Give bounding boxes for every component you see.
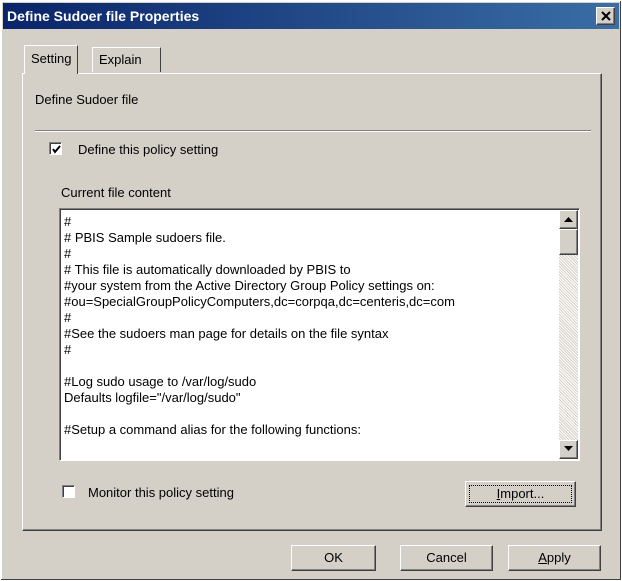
ok-label: OK: [324, 550, 343, 565]
file-content-label: Current file content: [61, 185, 171, 200]
cancel-label: Cancel: [426, 550, 467, 565]
scroll-down-button[interactable]: [559, 440, 578, 459]
file-line: #See the sudoers man page for details on…: [64, 326, 389, 341]
file-line: #Log sudo usage to /var/log/sudo: [64, 374, 257, 389]
file-line: #: [64, 342, 72, 357]
file-line: #your system from the Active Directory G…: [64, 278, 435, 293]
checkmark-icon: [52, 145, 61, 154]
focus-rect: [469, 485, 572, 503]
tab-explain-label: Explain: [99, 52, 142, 67]
import-button[interactable]: Import...: [465, 481, 576, 507]
properties-dialog: Define Sudoer file Properties Setting Ex…: [0, 0, 622, 581]
cancel-button[interactable]: Cancel: [400, 545, 493, 571]
separator: [35, 130, 591, 132]
window-title: Define Sudoer file Properties: [7, 8, 200, 24]
define-policy-checkbox[interactable]: [49, 142, 62, 155]
tab-setting[interactable]: Setting: [24, 45, 79, 74]
file-line: # PBIS Sample sudoers file.: [64, 230, 226, 245]
file-line: # This file is automatically downloaded …: [64, 262, 351, 277]
apply-accelerator: A: [538, 550, 547, 565]
file-line: #: [64, 310, 72, 325]
monitor-policy-checkbox[interactable]: [62, 485, 75, 498]
file-content-textarea[interactable]: # # PBIS Sample sudoers file. # # This f…: [59, 208, 580, 461]
file-line: [64, 406, 555, 422]
panel-title: Define Sudoer file: [35, 92, 139, 107]
arrow-down-icon: [564, 446, 573, 451]
file-line: #: [64, 214, 72, 229]
file-content-lines: # # PBIS Sample sudoers file. # # This f…: [64, 214, 555, 438]
file-line: #Setup a command alias for the following…: [64, 422, 362, 437]
close-icon: [601, 11, 611, 21]
apply-button[interactable]: Apply: [508, 545, 601, 571]
title-bar[interactable]: Define Sudoer file Properties: [3, 3, 619, 29]
close-button[interactable]: [596, 7, 615, 25]
file-line: [64, 358, 555, 374]
tab-explain[interactable]: Explain: [92, 47, 161, 72]
file-line: #: [64, 246, 72, 261]
scroll-thumb[interactable]: [559, 229, 578, 255]
vertical-scrollbar[interactable]: [559, 210, 578, 459]
tab-setting-label: Setting: [31, 51, 72, 66]
file-line: Defaults logfile="/var/log/sudo": [64, 390, 241, 405]
apply-label-rest: pply: [546, 550, 571, 565]
monitor-policy-label[interactable]: Monitor this policy setting: [88, 485, 234, 500]
scroll-up-button[interactable]: [559, 210, 578, 229]
define-policy-label[interactable]: Define this policy setting: [78, 142, 218, 157]
file-line: #ou=SpecialGroupPolicyComputers,dc=corpq…: [64, 294, 455, 309]
ok-button[interactable]: OK: [291, 545, 376, 571]
arrow-up-icon: [564, 217, 573, 222]
